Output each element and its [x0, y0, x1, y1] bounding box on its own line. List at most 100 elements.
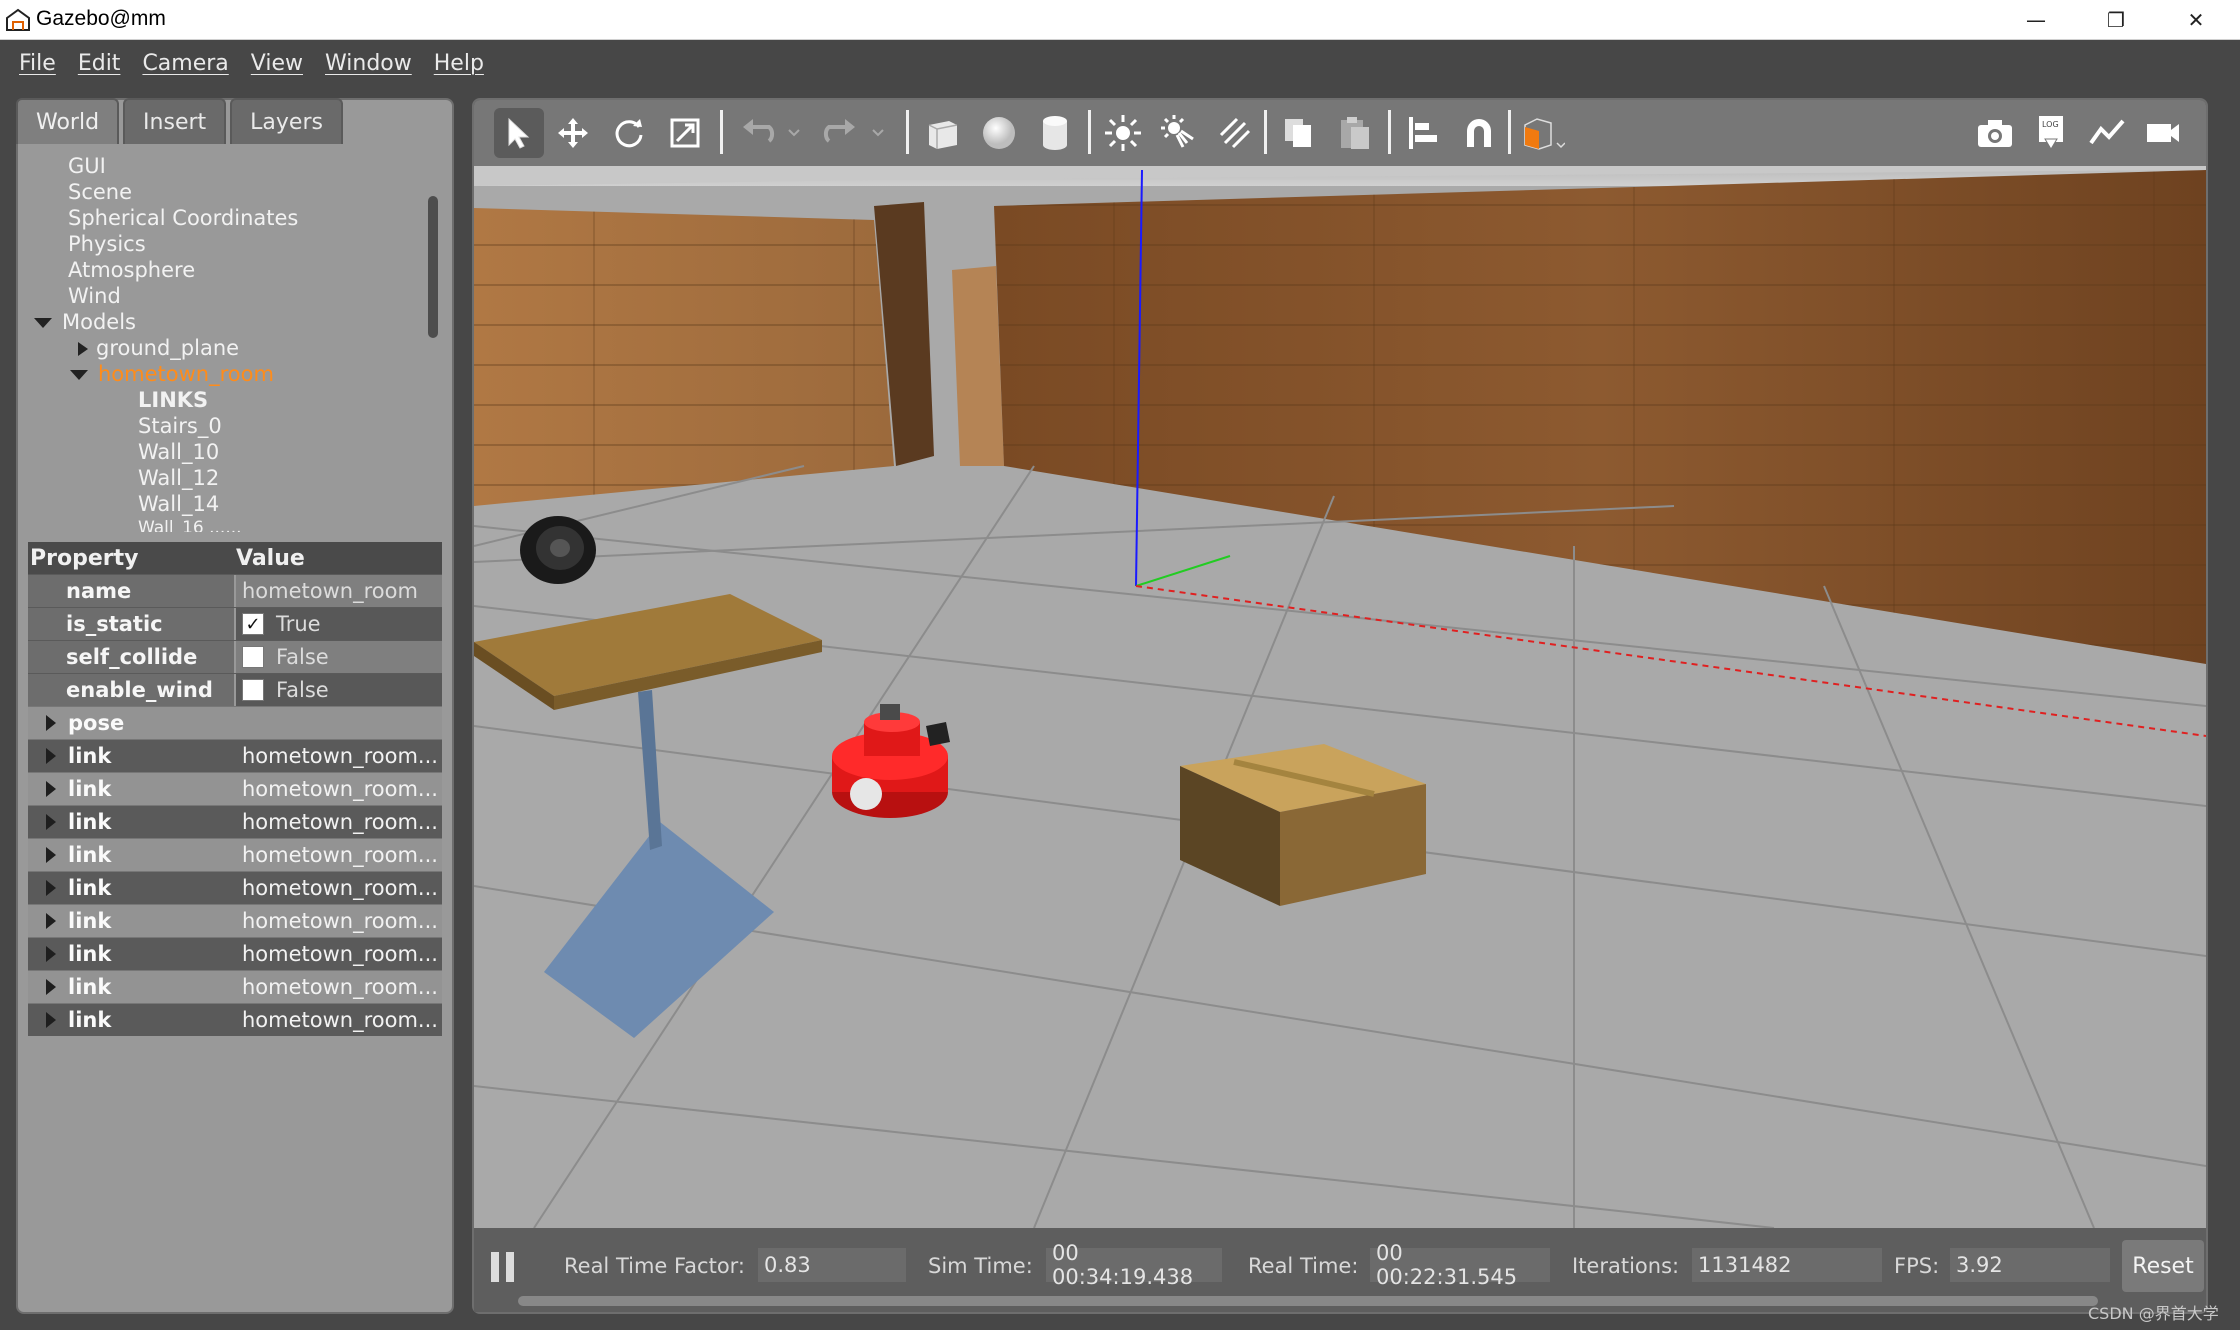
toolbar-separator — [1388, 110, 1391, 154]
tree-item-hometown-room[interactable]: hometown_room — [70, 362, 274, 386]
log-button[interactable]: LOG — [2026, 108, 2076, 158]
property-value[interactable]: hometown_room — [236, 575, 442, 607]
paste-button[interactable] — [1330, 108, 1380, 158]
property-group-pose[interactable]: pose — [28, 706, 442, 739]
sphere-shape-button[interactable] — [974, 108, 1024, 158]
tree-item-link[interactable]: Wall_10 — [138, 440, 219, 464]
property-table: Property Value name hometown_room is_sta… — [28, 542, 442, 1036]
menu-camera[interactable]: Camera — [142, 51, 228, 76]
tree-item-gui[interactable]: GUI — [68, 154, 106, 178]
property-group-link[interactable]: link hometown_room... — [28, 805, 442, 838]
restore-button[interactable]: ❐ — [2076, 0, 2156, 40]
view-cube-icon — [1524, 118, 1565, 150]
cylinder-shape-button[interactable] — [1030, 108, 1080, 158]
tree-item-models[interactable]: Models — [34, 310, 136, 334]
3d-viewport[interactable] — [474, 166, 2206, 1228]
record-video-button[interactable] — [2138, 108, 2188, 158]
expand-arrow-icon[interactable] — [46, 814, 56, 830]
property-group-link[interactable]: link hometown_room... — [28, 1003, 442, 1036]
expand-arrow-icon[interactable] — [46, 880, 56, 896]
horizontal-scrollbar[interactable] — [518, 1296, 2098, 1306]
tree-item-link[interactable]: Wall_14 — [138, 492, 219, 516]
property-group-link[interactable]: link hometown_room... — [28, 937, 442, 970]
tree-item-scene[interactable]: Scene — [68, 180, 132, 204]
menu-window[interactable]: Window — [325, 51, 412, 76]
collapse-arrow-icon[interactable] — [78, 342, 88, 356]
plot-button[interactable] — [2082, 108, 2132, 158]
expand-arrow-icon[interactable] — [46, 748, 56, 764]
copy-button[interactable] — [1274, 108, 1324, 158]
view-angle-button[interactable] — [1518, 108, 1568, 158]
property-group-link[interactable]: link hometown_room... — [28, 739, 442, 772]
sim-time-value: 00 00:34:19.438 — [1046, 1241, 1222, 1289]
status-bar: Real Time Factor: 0.83 Sim Time: 00 00:3… — [474, 1228, 2206, 1312]
rotate-tool-button[interactable] — [604, 108, 654, 158]
box-shape-button[interactable] — [918, 108, 968, 158]
screenshot-button[interactable] — [1970, 108, 2020, 158]
tree-item-link[interactable]: Wall_16 ...... — [138, 518, 242, 532]
ground-plane-label: ground_plane — [96, 336, 240, 360]
menu-file[interactable]: File — [19, 51, 56, 76]
tree-item-link[interactable]: Wall_12 — [138, 466, 219, 490]
expand-arrow-icon[interactable] — [46, 715, 56, 731]
expand-arrow-icon[interactable] — [70, 370, 88, 380]
property-group-link[interactable]: link hometown_room... — [28, 772, 442, 805]
redo-history-dropdown[interactable] — [866, 108, 890, 158]
expand-arrow-icon[interactable] — [46, 946, 56, 962]
expand-arrow-icon[interactable] — [46, 1012, 56, 1028]
menu-help[interactable]: Help — [434, 51, 484, 76]
link-value: hometown_room... — [242, 975, 438, 999]
property-value: ✓ True — [236, 608, 442, 640]
tab-insert[interactable]: Insert — [123, 98, 227, 144]
spot-light-button[interactable] — [1154, 108, 1204, 158]
is-static-checkbox[interactable]: ✓ — [242, 613, 264, 635]
tree-item-spherical-coordinates[interactable]: Spherical Coordinates — [68, 206, 298, 230]
snap-button[interactable] — [1454, 108, 1504, 158]
pose-label: pose — [68, 711, 125, 735]
translate-tool-button[interactable] — [548, 108, 598, 158]
point-light-button[interactable] — [1098, 108, 1148, 158]
link-label: link — [68, 777, 112, 801]
svg-text:LOG: LOG — [2042, 120, 2059, 129]
toolbar-separator — [1508, 110, 1511, 154]
pause-icon[interactable] — [488, 1250, 518, 1284]
expand-arrow-icon[interactable] — [46, 847, 56, 863]
property-group-link[interactable]: link hometown_room... — [28, 838, 442, 871]
tab-world[interactable]: World — [16, 98, 120, 144]
expand-arrow-icon[interactable] — [46, 913, 56, 929]
wall-texture — [474, 208, 894, 506]
expand-arrow-icon[interactable] — [46, 979, 56, 995]
directional-light-button[interactable] — [1210, 108, 1260, 158]
tire-model[interactable] — [520, 516, 596, 584]
scale-tool-button[interactable] — [660, 108, 710, 158]
chevron-down-icon — [872, 129, 884, 137]
align-button[interactable] — [1398, 108, 1448, 158]
expand-arrow-icon[interactable] — [46, 781, 56, 797]
minimize-button[interactable]: — — [1996, 0, 2076, 40]
tab-layers[interactable]: Layers — [230, 98, 343, 144]
tree-scrollbar[interactable] — [428, 196, 438, 338]
hometown-room-label: hometown_room — [98, 362, 274, 386]
redo-button[interactable] — [816, 108, 866, 158]
scale-icon — [670, 118, 700, 148]
tree-item-atmosphere[interactable]: Atmosphere — [68, 258, 195, 282]
tree-item-ground-plane[interactable]: ground_plane — [78, 336, 239, 360]
point-light-icon — [1105, 115, 1141, 151]
expand-arrow-icon[interactable] — [34, 318, 52, 328]
property-group-link[interactable]: link hometown_room... — [28, 904, 442, 937]
enable-wind-checkbox[interactable] — [242, 679, 264, 701]
property-group-link[interactable]: link hometown_room... — [28, 871, 442, 904]
tree-item-wind[interactable]: Wind — [68, 284, 121, 308]
select-tool-button[interactable] — [494, 108, 544, 158]
menu-view[interactable]: View — [251, 51, 303, 76]
scene-render[interactable] — [474, 166, 2206, 1228]
close-button[interactable]: ✕ — [2156, 0, 2236, 40]
tree-item-physics[interactable]: Physics — [68, 232, 146, 256]
reset-button[interactable]: Reset — [2122, 1240, 2204, 1292]
undo-history-dropdown[interactable] — [782, 108, 806, 158]
tree-item-link[interactable]: Stairs_0 — [138, 414, 222, 438]
undo-button[interactable] — [732, 108, 782, 158]
property-group-link[interactable]: link hometown_room... — [28, 970, 442, 1003]
menu-edit[interactable]: Edit — [78, 51, 121, 76]
self-collide-checkbox[interactable] — [242, 646, 264, 668]
